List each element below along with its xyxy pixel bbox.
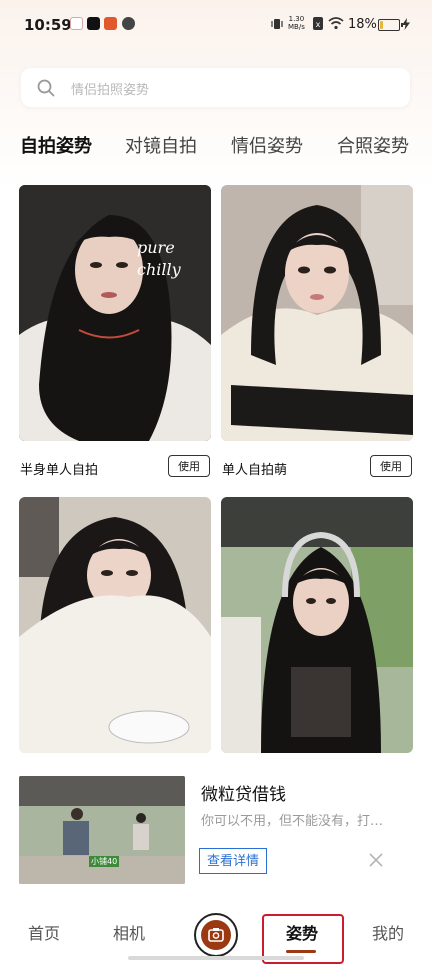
tab-couple-pose[interactable]: 情侣姿势 (231, 132, 303, 158)
network-speed-unit: MB/s (288, 23, 305, 31)
ad-details-button[interactable]: 查看详情 (199, 848, 267, 874)
nav-home[interactable]: 首页 (28, 920, 60, 944)
use-button[interactable]: 使用 (168, 455, 210, 477)
pose-card-image[interactable]: pure chilly (19, 185, 211, 441)
battery-fill (380, 21, 383, 29)
ad-title: 微粒贷借钱 (201, 785, 286, 805)
status-time: 10:59 (24, 16, 72, 34)
tab-group-pose[interactable]: 合照姿势 (337, 132, 409, 158)
ad-subtitle: 你可以不用，但不能没有，打… (201, 814, 384, 829)
notification-app-icon (70, 17, 83, 30)
app-notification-icon (104, 17, 117, 30)
vibrate-icon (271, 19, 283, 29)
network-speed-value: 1.30 (288, 15, 305, 23)
wifi-icon (328, 17, 344, 30)
card-title: 单人自拍萌 (222, 463, 288, 478)
pose-card-image[interactable] (221, 185, 413, 441)
battery-percent: 18% (348, 17, 377, 32)
svg-text:x: x (316, 20, 321, 29)
card-title: 半身单人自拍 (20, 463, 99, 478)
link-app-icon (122, 17, 135, 30)
pose-card-image[interactable] (19, 497, 211, 753)
category-tabs: 自拍姿势 对镜自拍 情侣姿势 合照姿势 (0, 132, 432, 166)
ad-image-caption: 小铺40 (89, 856, 120, 867)
charging-icon (402, 18, 410, 30)
portrait-illustration (221, 497, 413, 753)
camera-icon (201, 920, 231, 950)
nav-profile[interactable]: 我的 (372, 920, 404, 944)
card-overlay-text: pure chilly (137, 238, 181, 279)
status-bar: 10:59 1.30 MB/s x 18% (0, 0, 432, 52)
network-speed: 1.30 MB/s (288, 15, 305, 31)
tab-selfie-pose[interactable]: 自拍姿势 (20, 132, 92, 158)
tab-mirror-selfie[interactable]: 对镜自拍 (125, 132, 197, 158)
tiktok-icon (87, 17, 100, 30)
use-button[interactable]: 使用 (370, 455, 412, 477)
bottom-nav: 首页 相机 姿势 我的 (0, 900, 432, 964)
ad-photo (19, 776, 185, 884)
ad-image[interactable]: 小铺40 (19, 776, 185, 884)
pose-card-image[interactable] (221, 497, 413, 753)
close-icon[interactable] (366, 850, 386, 870)
portrait-illustration (19, 185, 211, 441)
camera-shutter-button[interactable] (194, 913, 238, 957)
search-icon (37, 79, 55, 97)
search-placeholder: 情侣拍照姿势 (71, 83, 150, 98)
battery-icon (378, 19, 403, 31)
sim-icon: x (313, 17, 323, 30)
search-bar[interactable]: 情侣拍照姿势 (21, 68, 410, 107)
nav-camera[interactable]: 相机 (113, 920, 145, 944)
portrait-illustration (221, 185, 413, 441)
portrait-illustration (19, 497, 211, 753)
home-indicator (128, 956, 304, 960)
